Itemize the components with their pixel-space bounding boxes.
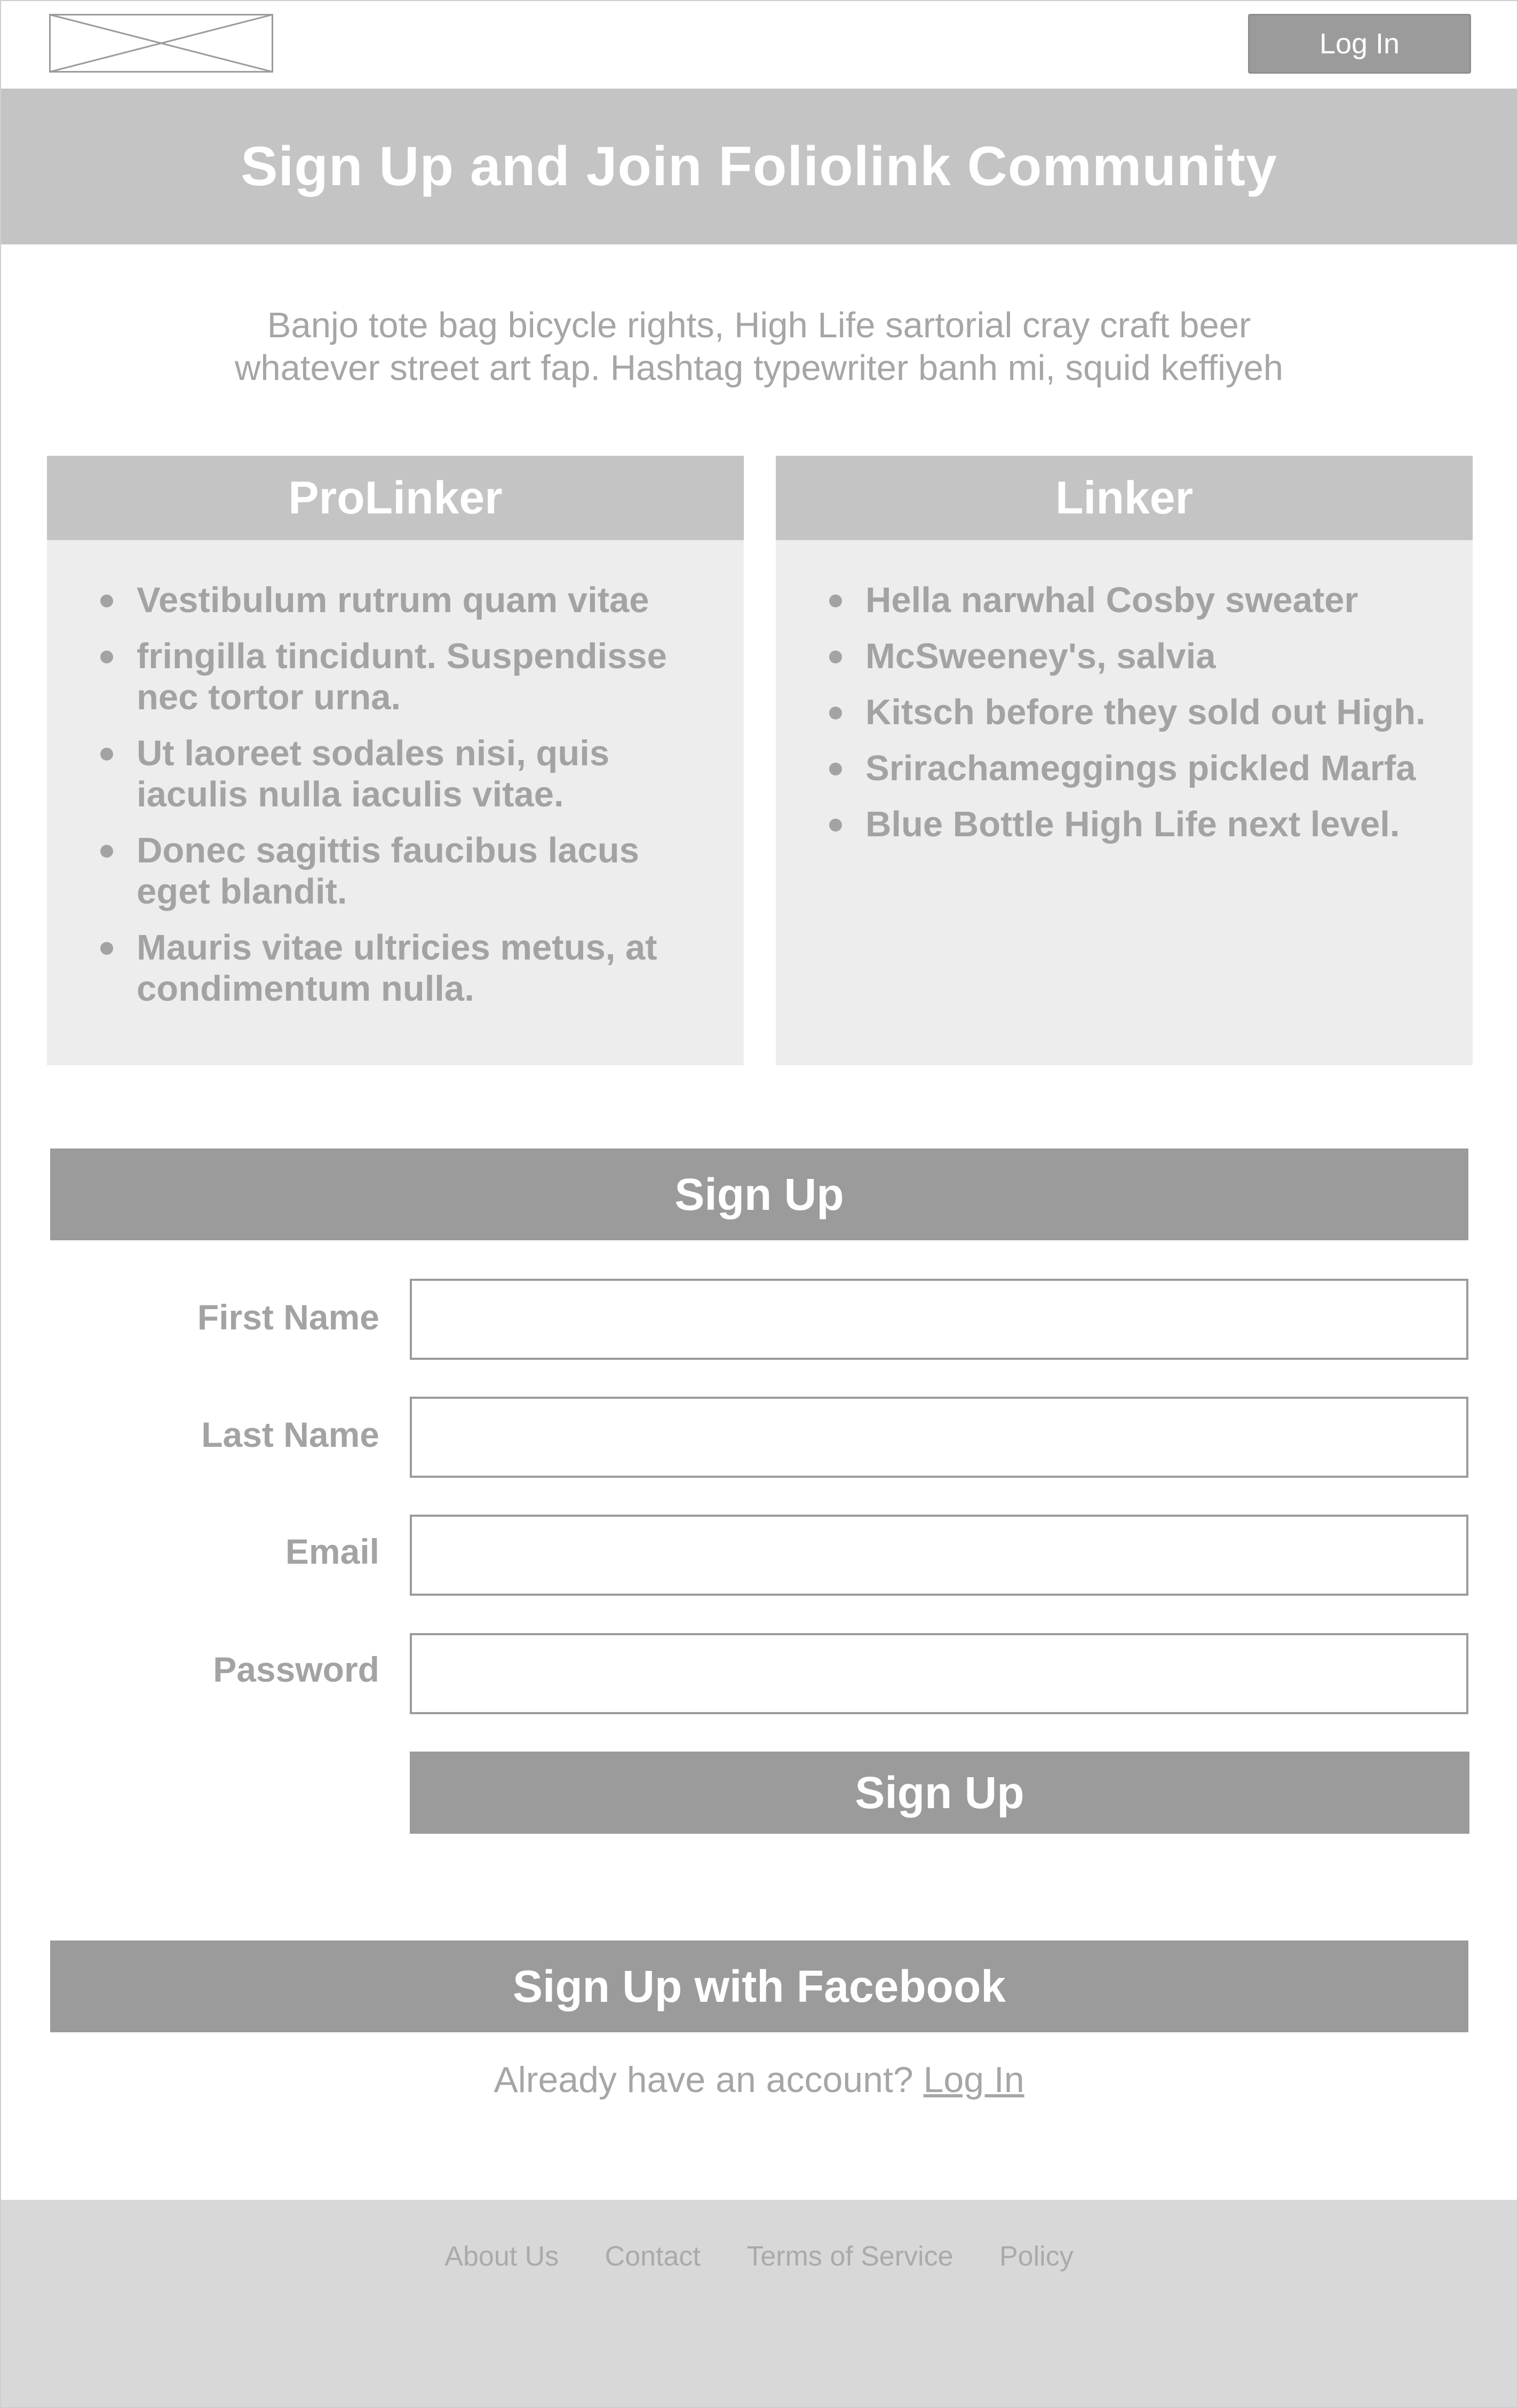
list-item: Blue Bottle High Life next level.	[829, 804, 1437, 845]
email-label: Email	[285, 1532, 379, 1571]
page-title: Sign Up and Join Foliolink Community	[241, 135, 1277, 197]
list-item-text: Kitsch before they sold out High.	[865, 692, 1426, 732]
bullet-icon	[829, 707, 842, 719]
bullet-icon	[100, 651, 113, 663]
bullet-icon	[100, 748, 113, 761]
password-label: Password	[213, 1650, 379, 1689]
facebook-signup-button[interactable]: Sign Up with Facebook	[50, 1940, 1468, 2032]
list-item-text: Vestibulum rutrum quam vitae	[137, 580, 649, 620]
bullet-icon	[100, 845, 113, 858]
plan-card-prolinker: ProLinker Vestibulum rutrum quam vitae f…	[47, 456, 744, 1065]
signup-heading: Sign Up	[50, 1148, 1468, 1240]
first-name-field[interactable]	[410, 1279, 1468, 1360]
list-item-text: Blue Bottle High Life next level.	[865, 804, 1400, 844]
list-item: Kitsch before they sold out High.	[829, 692, 1437, 733]
hero-banner: Sign Up and Join Foliolink Community	[1, 89, 1517, 244]
bullet-icon	[829, 651, 842, 663]
bullet-icon	[100, 942, 113, 955]
list-item-text: Srirachameggings pickled Marfa	[865, 748, 1416, 788]
list-item-text: Hella narwhal Cosby sweater	[865, 580, 1358, 620]
plan-feature-list: Hella narwhal Cosby sweater McSweeney's,…	[829, 580, 1437, 860]
list-item: McSweeney's, salvia	[829, 636, 1437, 677]
list-item: Srirachameggings pickled Marfa	[829, 748, 1437, 789]
last-name-field[interactable]	[410, 1397, 1468, 1478]
list-item: fringilla tincidunt. Suspendisse nec tor…	[100, 636, 709, 718]
bullet-icon	[829, 595, 842, 607]
plan-feature-list: Vestibulum rutrum quam vitae fringilla t…	[100, 580, 709, 1024]
header-login-button[interactable]: Log In	[1248, 14, 1471, 74]
list-item-text: Donec sagittis faucibus lacus eget bland…	[137, 830, 639, 912]
last-name-label: Last Name	[201, 1415, 379, 1454]
bullet-icon	[100, 595, 113, 607]
footer-nav: About Us Contact Terms of Service Policy	[1, 2240, 1517, 2272]
login-link[interactable]: Log In	[924, 2060, 1024, 2100]
list-item-text: Ut laoreet sodales nisi, quis iaculis nu…	[137, 733, 610, 814]
bullet-icon	[829, 763, 842, 775]
list-item: Ut laoreet sodales nisi, quis iaculis nu…	[100, 733, 709, 815]
list-item: Hella narwhal Cosby sweater	[829, 580, 1437, 621]
intro-text: Banjo tote bag bicycle rights, High Life…	[107, 304, 1411, 390]
bullet-icon	[829, 819, 842, 831]
intro-line-1: Banjo tote bag bicycle rights, High Life…	[267, 305, 1251, 345]
plan-title: Linker	[776, 456, 1473, 540]
signup-submit-button[interactable]: Sign Up	[410, 1752, 1469, 1834]
footer-link-policy[interactable]: Policy	[999, 2241, 1074, 2272]
plan-card-linker: Linker Hella narwhal Cosby sweater McSwe…	[776, 456, 1473, 1065]
password-field[interactable]	[410, 1633, 1468, 1714]
email-field[interactable]	[410, 1515, 1468, 1596]
logo-placeholder[interactable]	[49, 14, 273, 73]
already-account-text: Already have an account?	[494, 2060, 913, 2100]
footer-link-contact[interactable]: Contact	[605, 2241, 701, 2272]
footer-link-terms[interactable]: Terms of Service	[746, 2241, 953, 2272]
list-item: Mauris vitae ultricies metus, at condime…	[100, 927, 709, 1009]
login-prompt: Already have an account? Log In	[0, 2059, 1518, 2101]
image-placeholder-icon	[49, 14, 273, 73]
first-name-label: First Name	[197, 1297, 379, 1337]
list-item: Vestibulum rutrum quam vitae	[100, 580, 709, 621]
footer: About Us Contact Terms of Service Policy	[1, 2200, 1517, 2407]
list-item-text: Mauris vitae ultricies metus, at condime…	[137, 928, 657, 1009]
list-item-text: McSweeney's, salvia	[865, 636, 1216, 676]
list-item-text: fringilla tincidunt. Suspendisse nec tor…	[137, 636, 667, 717]
footer-link-about[interactable]: About Us	[444, 2241, 559, 2272]
plan-title: ProLinker	[47, 456, 744, 540]
list-item: Donec sagittis faucibus lacus eget bland…	[100, 830, 709, 912]
intro-line-2: whatever street art fap. Hashtag typewri…	[234, 348, 1284, 388]
